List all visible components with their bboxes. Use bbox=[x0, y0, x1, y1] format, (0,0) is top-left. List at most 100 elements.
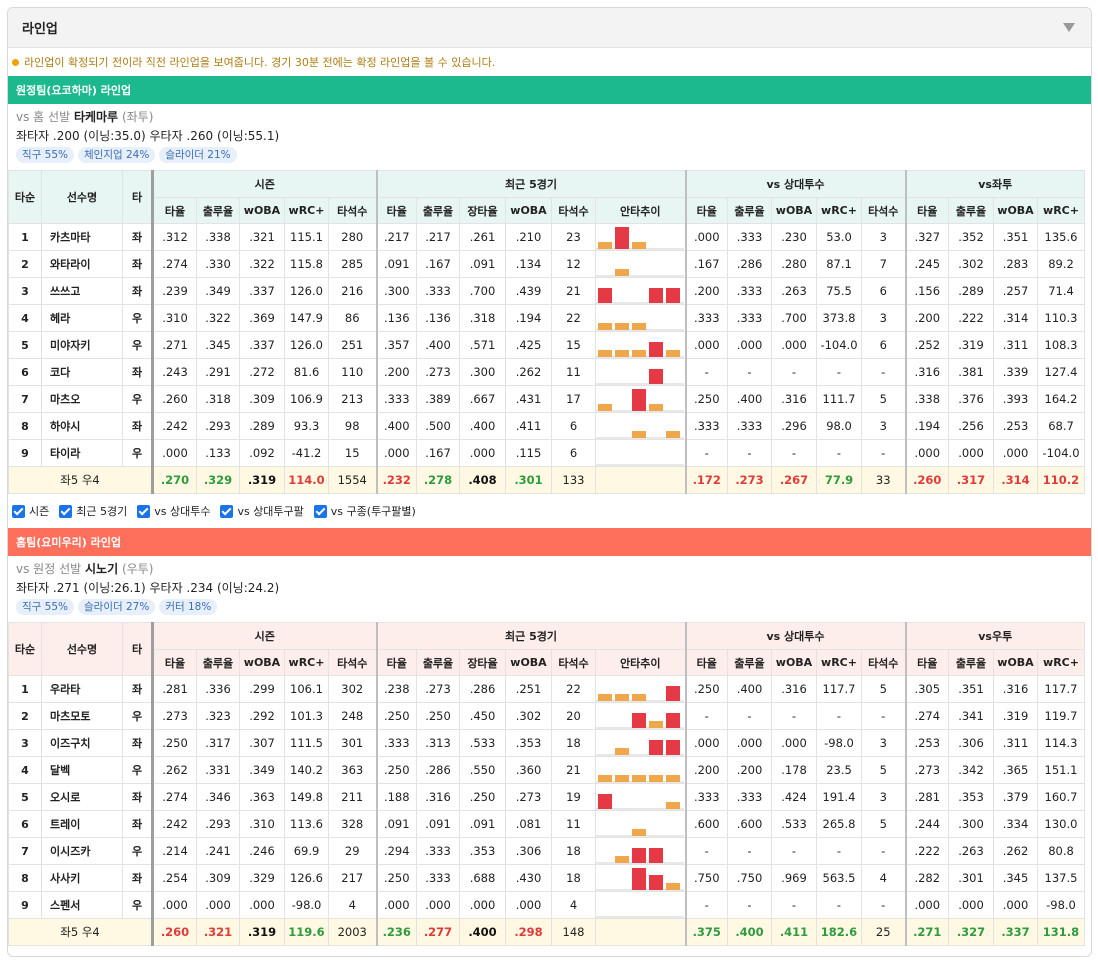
col-season-3[interactable]: wRC+ bbox=[284, 197, 329, 224]
col-vsp-0[interactable]: 타율 bbox=[684, 197, 728, 224]
vs-pitcher-stat: 75.5 bbox=[816, 277, 862, 305]
col-vsp-3[interactable]: wRC+ bbox=[816, 649, 862, 676]
player-name[interactable]: 스펜서 bbox=[41, 891, 123, 919]
split-stat: .341 bbox=[948, 702, 994, 730]
batting-hand: 우 bbox=[122, 304, 154, 332]
col-season-0[interactable]: 타율 bbox=[152, 197, 197, 224]
split-stat: .314 bbox=[993, 304, 1038, 332]
column-toggle[interactable]: vs 구종(투구팔별) bbox=[313, 503, 416, 519]
col-season-0[interactable]: 타율 bbox=[152, 649, 197, 676]
hit-trend-cell bbox=[595, 223, 686, 251]
col-vsp-0[interactable]: 타율 bbox=[684, 649, 728, 676]
checkbox-checked-icon[interactable] bbox=[220, 504, 234, 518]
player-name[interactable]: 오시로 bbox=[41, 783, 123, 811]
panel-header[interactable]: 라인업 bbox=[8, 8, 1091, 48]
season-stat: .281 bbox=[152, 675, 197, 703]
player-name[interactable]: 하야시 bbox=[41, 412, 123, 440]
checkbox-checked-icon[interactable] bbox=[313, 504, 327, 518]
col-recent-5[interactable]: 안타추이 bbox=[595, 197, 686, 224]
col-season-2[interactable]: wOBA bbox=[239, 649, 285, 676]
player-name[interactable]: 사사키 bbox=[41, 864, 123, 892]
col-recent-2[interactable]: 장타율 bbox=[459, 649, 506, 676]
vs-pitcher-stat: - bbox=[684, 439, 728, 467]
total-split-stat: .337 bbox=[993, 918, 1038, 946]
hit-trend-chart bbox=[596, 388, 684, 411]
col-vsp-1[interactable]: 출루율 bbox=[727, 197, 772, 224]
home-lineup-table-wrap[interactable]: 타순 선수명 타 시즌 최근 5경기 vs 상대투수 vs우투 타율 출루율 wOBA wRC+ 타석… bbox=[8, 622, 1091, 946]
home-pitch-tags: 직구 55% 슬라이더 27% 커터 18% bbox=[16, 599, 1083, 615]
trend-bar bbox=[666, 801, 680, 809]
col-vsp-1[interactable]: 출루율 bbox=[727, 649, 772, 676]
column-toggle[interactable]: 최근 5경기 bbox=[59, 503, 127, 519]
col-season-1[interactable]: 출루율 bbox=[196, 197, 240, 224]
col-vsp-2[interactable]: wOBA bbox=[771, 197, 817, 224]
away-pitcher-name[interactable]: 타케마루 bbox=[74, 110, 118, 124]
vs-pitcher-stat: 265.8 bbox=[816, 810, 862, 838]
column-toggle-label: 최근 5경기 bbox=[76, 505, 128, 518]
col-recent-2[interactable]: 장타율 bbox=[459, 197, 506, 224]
player-name[interactable]: 와타라이 bbox=[41, 250, 123, 278]
player-name[interactable]: 마츠모토 bbox=[41, 702, 123, 730]
recent-stat: .286 bbox=[416, 756, 460, 784]
col-vsp-3[interactable]: wRC+ bbox=[816, 197, 862, 224]
season-stat: .349 bbox=[196, 277, 240, 305]
col-recent-5[interactable]: 안타추이 bbox=[595, 649, 686, 676]
player-name[interactable]: 헤라 bbox=[41, 304, 123, 332]
column-toggle[interactable]: vs 상대투구팔 bbox=[220, 503, 304, 519]
col-recent-1[interactable]: 출루율 bbox=[416, 649, 460, 676]
col-split-1[interactable]: 출루율 bbox=[948, 197, 994, 224]
col-season-4[interactable]: 타석수 bbox=[328, 197, 377, 224]
checkbox-checked-icon[interactable] bbox=[12, 504, 25, 518]
col-recent-3[interactable]: wOBA bbox=[505, 197, 552, 224]
total-vsp-stat: .400 bbox=[727, 918, 772, 946]
player-name[interactable]: 우라타 bbox=[41, 675, 123, 703]
player-name[interactable]: 이시즈카 bbox=[41, 837, 123, 865]
col-recent-0[interactable]: 타율 bbox=[375, 649, 417, 676]
col-recent-3[interactable]: wOBA bbox=[505, 649, 552, 676]
col-season-4[interactable]: 타석수 bbox=[328, 649, 377, 676]
vs-pitcher-stat: 7 bbox=[861, 250, 906, 278]
checkbox-checked-icon[interactable] bbox=[137, 504, 151, 518]
trend-bar bbox=[666, 430, 680, 438]
col-season-3[interactable]: wRC+ bbox=[284, 649, 329, 676]
column-toggle[interactable]: vs 상대투수 bbox=[137, 503, 210, 519]
col-recent-4[interactable]: 타석수 bbox=[551, 197, 596, 224]
player-name[interactable]: 마츠오 bbox=[41, 385, 123, 413]
col-recent-0[interactable]: 타율 bbox=[375, 197, 417, 224]
player-name[interactable]: 카츠마타 bbox=[41, 223, 123, 251]
col-recent-4[interactable]: 타석수 bbox=[551, 649, 596, 676]
checkbox-checked-icon[interactable] bbox=[59, 504, 73, 518]
away-lineup-table-wrap[interactable]: 타순 선수명 타 시즌 최근 5경기 vs 상대투수 vs좌투 타율 출루율 wOBA wRC+ 타석… bbox=[8, 170, 1091, 494]
split-stat: 68.7 bbox=[1037, 412, 1085, 440]
column-toggle[interactable]: 시즌 bbox=[12, 503, 49, 519]
recent-stat: .294 bbox=[375, 837, 417, 865]
collapse-triangle-icon[interactable] bbox=[1063, 23, 1075, 32]
split-stat: .351 bbox=[948, 675, 994, 703]
home-pitcher-name[interactable]: 시노기 bbox=[85, 562, 118, 576]
col-split-3[interactable]: wRC+ bbox=[1037, 197, 1085, 224]
hit-trend-cell bbox=[595, 864, 686, 892]
col-vsp-4[interactable]: 타석수 bbox=[861, 197, 906, 224]
player-name[interactable]: 타이라 bbox=[41, 439, 123, 467]
col-split-2[interactable]: wOBA bbox=[993, 197, 1038, 224]
col-vsp-4[interactable]: 타석수 bbox=[861, 649, 906, 676]
col-recent-1[interactable]: 출루율 bbox=[416, 197, 460, 224]
col-split-2[interactable]: wOBA bbox=[993, 649, 1038, 676]
player-name[interactable]: 쓰쓰고 bbox=[41, 277, 123, 305]
player-name[interactable]: 미야자키 bbox=[41, 331, 123, 359]
player-name[interactable]: 코다 bbox=[41, 358, 123, 386]
player-name[interactable]: 이즈구치 bbox=[41, 729, 123, 757]
col-split-3[interactable]: wRC+ bbox=[1037, 649, 1085, 676]
col-split-0[interactable]: 타율 bbox=[904, 649, 949, 676]
table-row: 8 사사키 좌 .254.309.329 126.6 217.250.333.688.43… bbox=[8, 864, 1085, 892]
total-recent-stat: 133 bbox=[551, 466, 596, 494]
col-split-1[interactable]: 출루율 bbox=[948, 649, 994, 676]
player-name[interactable]: 달벡 bbox=[41, 756, 123, 784]
col-season-2[interactable]: wOBA bbox=[239, 197, 285, 224]
col-vsp-2[interactable]: wOBA bbox=[771, 649, 817, 676]
season-stat: .299 bbox=[239, 675, 285, 703]
col-split-0[interactable]: 타율 bbox=[904, 197, 949, 224]
col-season-1[interactable]: 출루율 bbox=[196, 649, 240, 676]
vs-pitcher-stat: - bbox=[771, 702, 817, 730]
player-name[interactable]: 트레이 bbox=[41, 810, 123, 838]
